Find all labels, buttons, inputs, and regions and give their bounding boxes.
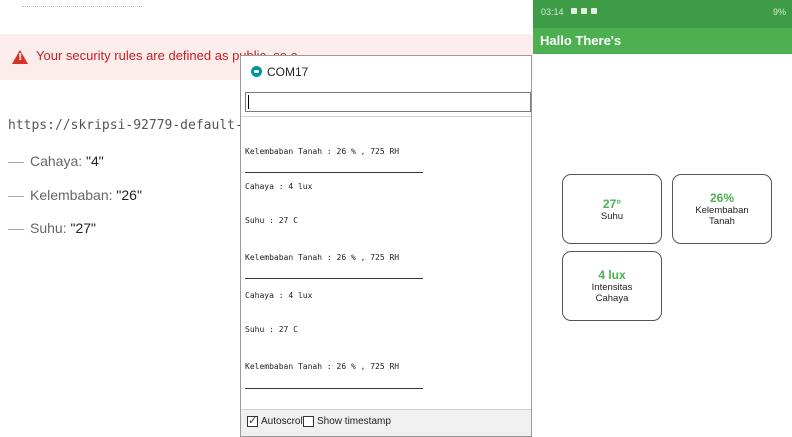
status-bar: 03:14 9%: [533, 0, 792, 28]
battery-indicator: 9%: [772, 7, 786, 17]
tree-connector: [8, 228, 24, 230]
serial-title-bar[interactable]: COM17: [241, 56, 531, 88]
db-node-suhu[interactable]: Suhu: "27": [8, 220, 96, 236]
breadcrumb: [22, 6, 142, 10]
serial-output-area[interactable]: Kelembaban Tanah : 26 % , 725 RH Cahaya …: [241, 118, 531, 408]
node-key: Kelembaban:: [30, 187, 117, 203]
line-separator: [245, 278, 423, 279]
serial-footer-bar: Autoscroll Show timestamp: [241, 409, 531, 436]
serial-line: Kelembaban Tanah : 26 % , 725 RH: [245, 147, 400, 156]
serial-line: Suhu : 27 C: [245, 216, 298, 225]
cahaya-value: 4 lux: [598, 268, 626, 282]
kelembaban-label: Kelembaban Tanah: [695, 205, 749, 227]
cahaya-card[interactable]: 4 lux Intensitas Cahaya: [562, 251, 662, 321]
app-bar: Hallo There's: [533, 28, 792, 54]
tree-connector: [8, 161, 24, 163]
node-key: Cahaya:: [30, 153, 87, 169]
suhu-value: 27°: [602, 196, 622, 211]
kelembaban-value: 26%: [709, 191, 735, 205]
kelembaban-card[interactable]: 26% Kelembaban Tanah: [672, 174, 772, 244]
serial-port-title: COM17: [267, 65, 309, 79]
checkbox-unchecked-icon: [303, 416, 314, 427]
autoscroll-checkbox[interactable]: Autoscroll: [247, 414, 305, 427]
suhu-card[interactable]: 27° Suhu: [562, 174, 662, 244]
db-node-cahaya[interactable]: Cahaya: "4": [8, 153, 104, 169]
status-time: 03:14: [541, 7, 564, 17]
tree-connector: [8, 195, 24, 197]
serial-line: Kelembaban Tanah : 26 % , 725 RH: [245, 253, 400, 262]
node-value: "27": [70, 220, 96, 236]
serial-monitor-window: COM17 Kelembaban Tanah : 26 % , 725 RH C…: [240, 55, 532, 437]
divider: [241, 116, 531, 117]
suhu-label: Suhu: [600, 210, 624, 222]
console-top-area: [0, 0, 540, 30]
serial-line: Kelembaban Tanah : 26 % , 725 RH: [245, 362, 400, 371]
text-caret: [248, 95, 249, 109]
show-timestamp-checkbox[interactable]: Show timestamp: [303, 416, 391, 427]
node-key: Suhu:: [30, 220, 71, 236]
warning-icon: [12, 50, 28, 64]
node-value: "26": [116, 187, 142, 203]
notification-icon: [591, 8, 597, 14]
checkbox-checked-icon: [247, 414, 258, 427]
autoscroll-label: Autoscroll: [261, 416, 305, 427]
db-node-kelembaban[interactable]: Kelembaban: "26": [8, 187, 142, 203]
line-separator: [245, 172, 423, 173]
serial-line: Cahaya : 4 lux: [245, 291, 313, 300]
arduino-logo-icon: [251, 66, 262, 77]
node-value: "4": [86, 153, 104, 169]
show-timestamp-label: Show timestamp: [317, 416, 391, 427]
serial-line: Suhu : 27 C: [245, 325, 298, 334]
cahaya-label: Intensitas Cahaya: [591, 282, 633, 304]
serial-send-input[interactable]: [245, 92, 531, 112]
line-separator: [245, 388, 423, 389]
notification-icon: [581, 8, 587, 14]
app-title: Hallo There's: [540, 33, 622, 48]
notification-icon: [571, 8, 577, 14]
android-app-screen: 03:14 9% Hallo There's 27° Suhu 26% Kele…: [533, 0, 792, 437]
serial-line: Cahaya : 4 lux: [245, 182, 313, 191]
